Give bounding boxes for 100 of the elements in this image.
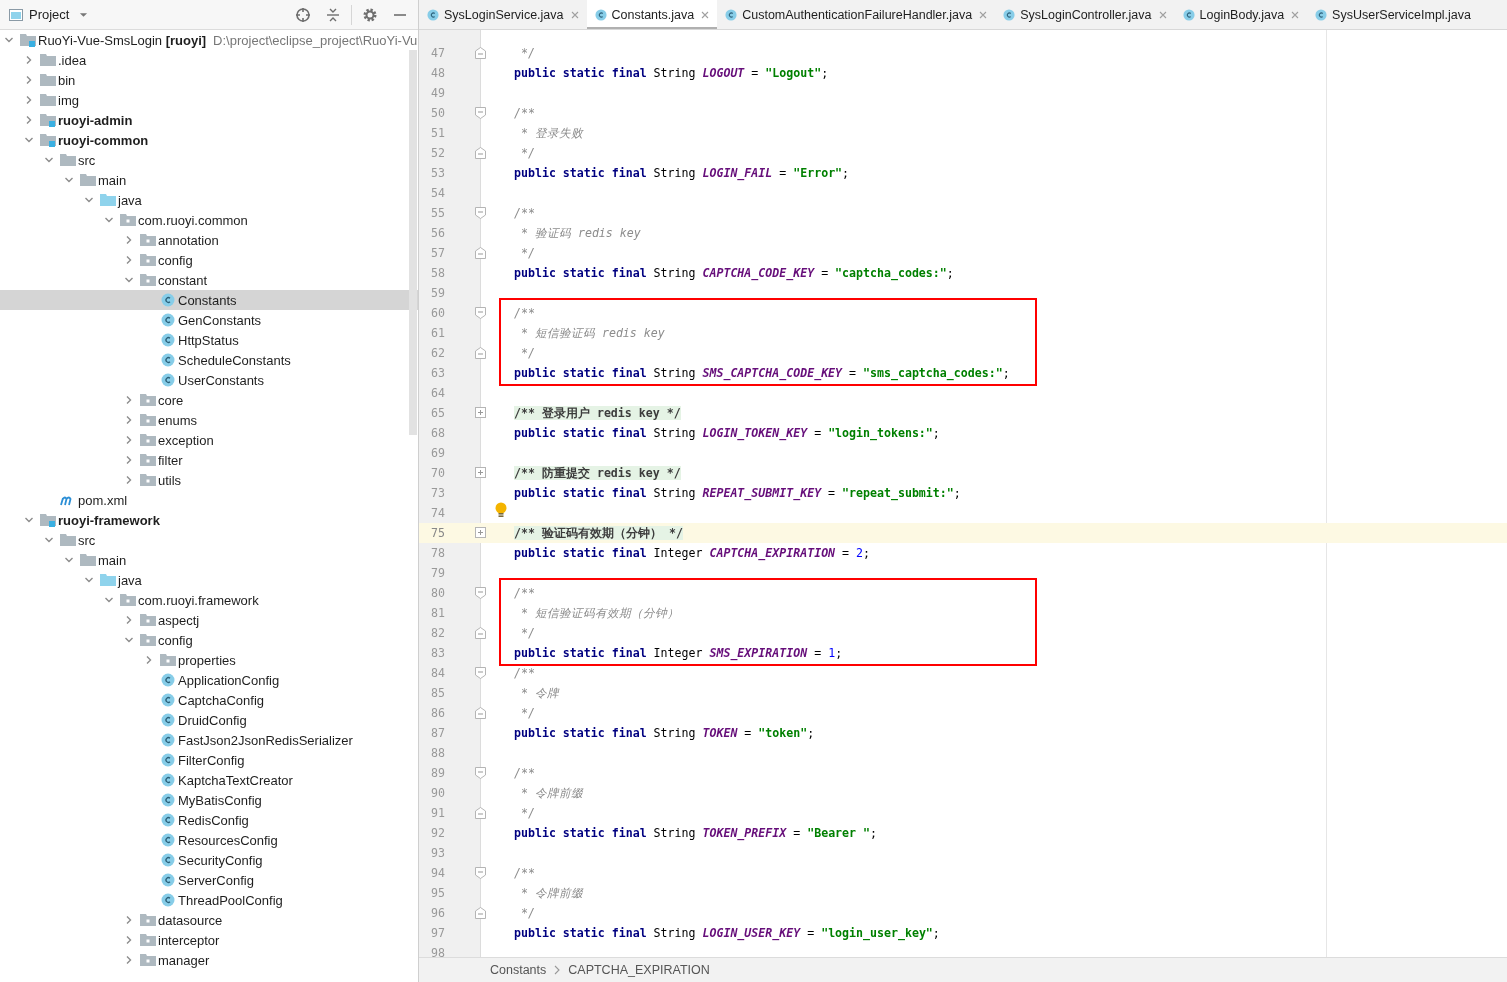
tree-item[interactable]: RuoYi-Vue-SmsLogin [ruoyi] D:\project\eclipse_project\RuoYi-Vu [0, 30, 418, 50]
chevron-icon[interactable] [124, 275, 134, 285]
fold-icon[interactable] [474, 147, 486, 159]
tree-item[interactable]: FastJson2JsonRedisSerializer [0, 730, 418, 750]
tree-item[interactable]: HttpStatus [0, 330, 418, 350]
chevron-icon[interactable] [124, 635, 134, 645]
tree-item[interactable]: main [0, 550, 418, 570]
tree-item[interactable]: manager [0, 950, 418, 970]
chevron-icon[interactable] [124, 415, 134, 425]
tree-item[interactable]: ruoyi-common [0, 130, 418, 150]
fold-icon[interactable] [474, 667, 486, 679]
chevron-icon[interactable] [144, 655, 154, 665]
chevron-icon[interactable] [104, 595, 114, 605]
tree-item[interactable]: GenConstants [0, 310, 418, 330]
breadcrumb-item[interactable]: Constants [490, 963, 547, 977]
tree-item[interactable]: Constants [0, 290, 418, 310]
chevron-icon[interactable] [124, 455, 134, 465]
chevron-icon[interactable] [124, 435, 134, 445]
locate-icon[interactable] [295, 6, 311, 23]
tree-item[interactable]: properties [0, 650, 418, 670]
scrollbar[interactable] [409, 50, 417, 435]
editor-tab[interactable]: SysUserServiceImpl.java [1307, 0, 1480, 29]
tree-item[interactable]: ResourcesConfig [0, 830, 418, 850]
fold-icon[interactable] [474, 867, 486, 879]
fold-icon[interactable] [474, 207, 486, 219]
tree-item[interactable]: ApplicationConfig [0, 670, 418, 690]
tree-item[interactable]: pom.xml [0, 490, 418, 510]
chevron-icon[interactable] [24, 55, 34, 65]
fold-icon[interactable] [474, 47, 486, 59]
tree-item[interactable]: annotation [0, 230, 418, 250]
close-icon[interactable] [979, 10, 988, 19]
panel-title[interactable]: Project [29, 7, 70, 22]
chevron-icon[interactable] [124, 955, 134, 965]
tree-item[interactable]: com.ruoyi.common [0, 210, 418, 230]
tree-item[interactable]: constant [0, 270, 418, 290]
fold-icon[interactable] [474, 407, 486, 419]
close-icon[interactable] [1158, 10, 1167, 19]
close-icon[interactable] [701, 10, 710, 19]
chevron-icon[interactable] [64, 555, 74, 565]
tree-item[interactable]: java [0, 570, 418, 590]
caret-icon[interactable] [79, 11, 89, 18]
chevron-icon[interactable] [124, 615, 134, 625]
chevron-icon[interactable] [124, 475, 134, 485]
chevron-icon[interactable] [24, 115, 34, 125]
chevron-icon[interactable] [24, 75, 34, 85]
tree-item[interactable]: img [0, 90, 418, 110]
chevron-icon[interactable] [124, 915, 134, 925]
tree-item[interactable]: RedisConfig [0, 810, 418, 830]
tree-item[interactable]: utils [0, 470, 418, 490]
fold-icon[interactable] [474, 467, 486, 479]
tree-item[interactable]: config [0, 630, 418, 650]
editor-tab[interactable]: Constants.java [586, 0, 718, 29]
fold-icon[interactable] [474, 527, 486, 539]
tree-item[interactable]: interceptor [0, 930, 418, 950]
chevron-icon[interactable] [24, 135, 34, 145]
fold-icon[interactable] [474, 107, 486, 119]
editor-tab[interactable]: SysLoginService.java [419, 0, 587, 29]
chevron-icon[interactable] [24, 95, 34, 105]
close-icon[interactable] [1291, 10, 1300, 19]
editor-tab[interactable]: SysLoginController.java [995, 0, 1175, 29]
tree-item[interactable]: main [0, 170, 418, 190]
tree-item[interactable]: FilterConfig [0, 750, 418, 770]
tree-item[interactable]: ServerConfig [0, 870, 418, 890]
tree-item[interactable]: enums [0, 410, 418, 430]
fold-icon[interactable] [474, 307, 486, 319]
chevron-icon[interactable] [24, 515, 34, 525]
fold-icon[interactable] [474, 707, 486, 719]
tree-item[interactable]: src [0, 150, 418, 170]
tree-item[interactable]: CaptchaConfig [0, 690, 418, 710]
fold-icon[interactable] [474, 907, 486, 919]
chevron-icon[interactable] [84, 195, 94, 205]
fold-icon[interactable] [474, 627, 486, 639]
editor-tab[interactable]: CustomAuthenticationFailureHandler.java [717, 0, 996, 29]
close-icon[interactable] [570, 10, 579, 19]
breadcrumb-item[interactable]: CAPTCHA_EXPIRATION [568, 963, 710, 977]
chevron-icon[interactable] [124, 235, 134, 245]
chevron-icon[interactable] [4, 35, 14, 45]
tree-item[interactable]: KaptchaTextCreator [0, 770, 418, 790]
editor-tab[interactable]: LoginBody.java [1174, 0, 1308, 29]
lightbulb-icon[interactable] [494, 502, 507, 518]
tree-item[interactable]: bin [0, 70, 418, 90]
fold-icon[interactable] [474, 807, 486, 819]
tree-item[interactable]: datasource [0, 910, 418, 930]
tree-item[interactable]: DruidConfig [0, 710, 418, 730]
chevron-icon[interactable] [44, 535, 54, 545]
tree-item[interactable]: ThreadPoolConfig [0, 890, 418, 910]
fold-icon[interactable] [474, 347, 486, 359]
tree-item[interactable]: ruoyi-framework [0, 510, 418, 530]
fold-icon[interactable] [474, 587, 486, 599]
tree-item[interactable]: ruoyi-admin [0, 110, 418, 130]
fold-icon[interactable] [474, 767, 486, 779]
chevron-icon[interactable] [44, 155, 54, 165]
chevron-icon[interactable] [124, 935, 134, 945]
tree-item[interactable]: SecurityConfig [0, 850, 418, 870]
chevron-icon[interactable] [124, 395, 134, 405]
chevron-icon[interactable] [124, 255, 134, 265]
tree-item[interactable]: core [0, 390, 418, 410]
tree-item[interactable]: src [0, 530, 418, 550]
tree-item[interactable]: java [0, 190, 418, 210]
tree-item[interactable]: .idea [0, 50, 418, 70]
